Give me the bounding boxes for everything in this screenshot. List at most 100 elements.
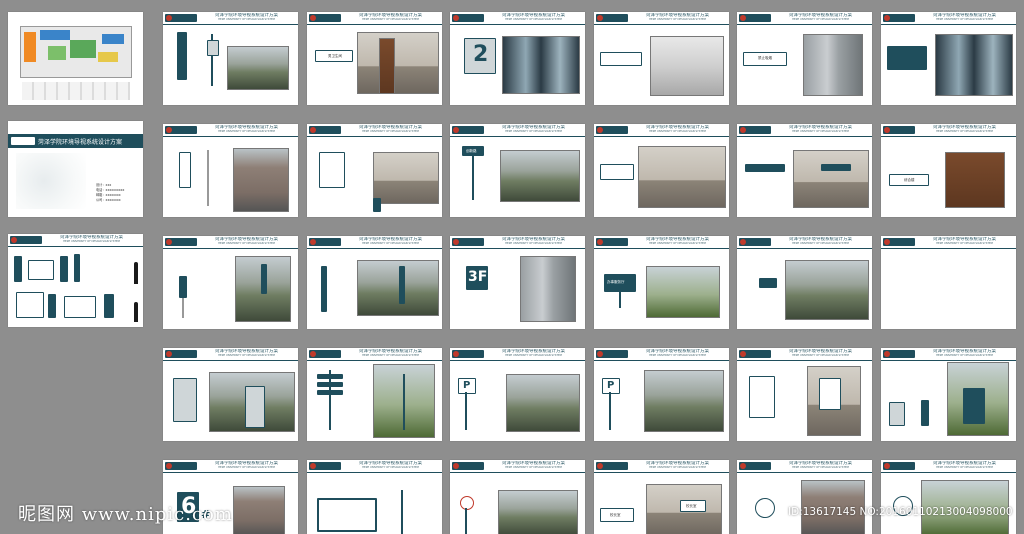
slide-header: 菏泽学院环境导视系统设计方案 HEZE UNIVERSITY OF DESIGN … [163,460,298,473]
slide-parking-2[interactable]: 菏泽学院环境导视系统设计方案 HEZE UNIVERSITY OF DESIGN … [594,348,729,441]
photo-door [357,32,439,94]
sign-pole [182,298,184,318]
slide-office-sign[interactable]: 菏泽学院环境导视系统设计方案 HEZE UNIVERSITY OF DESIGN … [594,460,729,534]
map-zone-green-2 [48,46,66,60]
photo-glass-door [935,34,1013,96]
slide-pylon-sign[interactable]: 菏泽学院环境导视系统设计方案 HEZE UNIVERSITY OF DESIGN … [163,12,298,105]
overview-sign-8 [104,294,114,318]
parking-pole [465,392,467,430]
slide-tree-road[interactable]: 菏泽学院环境导视系统设计方案 HEZE UNIVERSITY OF DESIGN … [307,236,442,329]
sign-pole [207,150,209,206]
cover-title: 菏泽学院环境导视系统设计方案 [38,139,123,146]
school-logo [596,126,628,134]
slide-subtitle: HEZE UNIVERSITY OF DESIGN SIGN SYSTEM [792,466,849,469]
slide-tree-plate[interactable]: 菏泽学院环境导视系统设计方案 HEZE UNIVERSITY OF DESIGN … [737,236,872,329]
slide-subtitle: HEZE UNIVERSITY OF DESIGN SIGN SYSTEM [649,242,706,245]
slide-header: 菏泽学院环境导视系统设计方案 HEZE UNIVERSITY OF DESIGN … [450,12,585,25]
school-logo [883,126,915,134]
photo-elevator-door [520,256,576,322]
slide-road-sign[interactable]: 菏泽学院环境导视系统设计方案 HEZE UNIVERSITY OF DESIGN … [450,124,585,217]
photo-road [227,46,289,90]
school-logo [309,238,341,246]
slide-service-window[interactable]: 菏泽学院环境导视系统设计方案 HEZE UNIVERSITY OF DESIGN … [594,124,729,217]
slide-header: 菏泽学院环境导视系统设计方案 HEZE UNIVERSITY OF DESIGN … [737,236,872,249]
slide-subtitle: HEZE UNIVERSITY OF DESIGN SIGN SYSTEM [936,466,993,469]
overview-sign-1 [14,256,22,282]
school-logo [883,350,915,358]
slide-header: 菏泽学院环境导视系统设计方案 HEZE UNIVERSITY OF DESIGN … [163,12,298,25]
photo-service-hall [638,146,726,208]
overview-sign-7 [64,296,96,318]
slide-hanging-sign[interactable]: 菏泽学院环境导视系统设计方案 HEZE UNIVERSITY OF DESIGN … [737,124,872,217]
photo-totem-sign [245,386,265,428]
office-sign-text: 校长室 [610,513,621,517]
slide-display-board[interactable]: 菏泽学院环境导视系统设计方案 HEZE UNIVERSITY OF DESIGN … [307,460,442,534]
photo-trash-bin [963,388,985,424]
school-logo [883,14,915,22]
slide-no-smoking[interactable]: 菏泽学院环境导视系统设计方案 HEZE UNIVERSITY OF DESIGN … [737,12,872,105]
slide-direction-post[interactable]: 菏泽学院环境导视系统设计方案 HEZE UNIVERSITY OF DESIGN … [307,348,442,441]
slide-header: 菏泽学院环境导视系统设计方案 HEZE UNIVERSITY OF DESIGN … [737,460,872,473]
slide-header: 菏泽学院环境导视系统设计方案 HEZE UNIVERSITY OF DESIGN … [163,236,298,249]
slide-stand-board[interactable]: 菏泽学院环境导视系统设计方案 HEZE UNIVERSITY OF DESIGN … [307,124,442,217]
cover-info-3: 邮箱：xxxxxxxx [96,193,121,197]
slide-restroom-plate[interactable]: 菏泽学院环境导视系统设计方案 HEZE UNIVERSITY OF DESIGN … [307,12,442,105]
parking-sign-text: P [463,380,471,391]
slide-trash-bins[interactable]: 菏泽学院环境导视系统设计方案 HEZE UNIVERSITY OF DESIGN … [881,348,1016,441]
slide-subtitle: HEZE UNIVERSITY OF DESIGN SIGN SYSTEM [218,18,275,21]
slide-sink-sign[interactable]: 菏泽学院环境导视系统设计方案 HEZE UNIVERSITY OF DESIGN … [594,12,729,105]
slide-subtitle: HEZE UNIVERSITY OF DESIGN SIGN SYSTEM [792,242,849,245]
overview-sign-3 [60,256,68,282]
slide-subtitle: HEZE UNIVERSITY OF DESIGN SIGN SYSTEM [505,466,562,469]
slide-notice-board[interactable]: 菏泽学院环境导视系统设计方案 HEZE UNIVERSITY OF DESIGN … [737,348,872,441]
slide-building-sign[interactable]: 菏泽学院环境导视系统设计方案 HEZE UNIVERSITY OF DESIGN … [163,124,298,217]
slide-sign-last[interactable]: 菏泽学院环境导视系统设计方案 HEZE UNIVERSITY OF DESIGN … [881,460,1016,534]
slide-cover[interactable]: 菏泽学院环境导视系统设计方案 设计：xxx 电话：xxxxxxxxxx 邮箱：x… [8,121,143,217]
photo-office-sign: 校长室 [680,500,706,512]
water-plate [600,52,642,66]
lawn-sign: 办事服务厅 [604,274,636,292]
slide-header: 菏泽学院环境导视系统设计方案 HEZE UNIVERSITY OF DESIGN … [594,124,729,137]
slide-pole-sign[interactable]: 菏泽学院环境导视系统设计方案 HEZE UNIVERSITY OF DESIGN … [163,236,298,329]
slide-header: 菏泽学院环境导视系统设计方案 HEZE UNIVERSITY OF DESIGN … [881,124,1016,137]
slide-sign-overview[interactable]: 菏泽学院环境导视系统设计方案 HEZE UNIVERSITY OF DESIGN … [8,234,143,327]
slide-lawn-sign[interactable]: 菏泽学院环境导视系统设计方案 HEZE UNIVERSITY OF DESIGN … [594,236,729,329]
notice-board [749,376,775,418]
school-logo [739,126,771,134]
office-sign: 校长室 [600,508,634,522]
road-sign: 创新路 [462,146,484,156]
slide-floor-sign[interactable]: 菏泽学院环境导视系统设计方案 HEZE UNIVERSITY OF DESIGN … [450,236,585,329]
slide-emblem[interactable]: 菏泽学院环境导视系统设计方案 HEZE UNIVERSITY OF DESIGN … [737,460,872,534]
slide-subtitle: HEZE UNIVERSITY OF DESIGN SIGN SYSTEM [362,242,419,245]
school-logo [165,126,197,134]
traffic-pole [465,508,467,534]
parking-sign: P [458,378,476,394]
slide-subtitle: HEZE UNIVERSITY OF DESIGN SIGN SYSTEM [649,18,706,21]
office-plate-text: 综合楼 [904,178,915,182]
slide-totem-sign[interactable]: 菏泽学院环境导视系统设计方案 HEZE UNIVERSITY OF DESIGN … [163,348,298,441]
slide-subtitle: HEZE UNIVERSITY OF DESIGN SIGN SYSTEM [792,18,849,21]
slide-traffic-sign[interactable]: 菏泽学院环境导视系统设计方案 HEZE UNIVERSITY OF DESIGN … [450,460,585,534]
sign-pole [472,156,474,200]
slide-number-plate[interactable]: 菏泽学院环境导视系统设计方案 HEZE UNIVERSITY OF DESIGN … [450,12,585,105]
school-logo [165,14,197,22]
door-plate: 男卫生间 [315,50,353,62]
bike-parking-text: P [607,380,615,391]
slide-office-plate[interactable]: 菏泽学院环境导视系统设计方案 HEZE UNIVERSITY OF DESIGN … [881,124,1016,217]
photo-window [502,36,580,94]
photo-parking [506,374,580,432]
school-logo [165,350,197,358]
bike-parking-pole [609,392,611,430]
overview-sign-5 [16,292,44,318]
slide-campus-map[interactable] [8,12,143,105]
slide-subtitle: HEZE UNIVERSITY OF DESIGN SIGN SYSTEM [936,130,993,133]
slide-parking-1[interactable]: 菏泽学院环境导视系统设计方案 HEZE UNIVERSITY OF DESIGN … [450,348,585,441]
slide-glass-door[interactable]: 菏泽学院环境导视系统设计方案 HEZE UNIVERSITY OF DESIGN … [881,12,1016,105]
trash-bin-2 [921,400,929,426]
photo-bike-parking [644,370,724,432]
school-logo [452,14,484,22]
slide-blank[interactable]: 菏泽学院环境导视系统设计方案 HEZE UNIVERSITY OF DESIGN … [881,236,1016,329]
slide-header: 菏泽学院环境导视系统设计方案 HEZE UNIVERSITY OF DESIGN … [737,348,872,361]
photo-office-sign-text: 校长室 [686,504,697,508]
slide-subtitle: HEZE UNIVERSITY OF DESIGN SIGN SYSTEM [362,354,419,357]
